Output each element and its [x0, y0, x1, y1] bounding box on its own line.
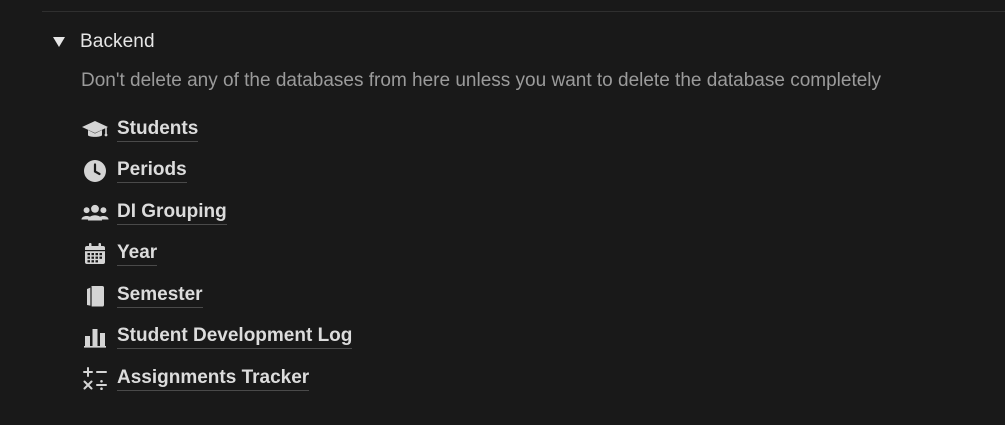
database-link-student-development-log[interactable]: Student Development Log [81, 317, 353, 359]
clock-icon [81, 157, 109, 185]
database-link-di-grouping[interactable]: DI Grouping [81, 192, 352, 234]
triangle-down-icon[interactable] [50, 33, 68, 51]
database-link-label[interactable]: Students [117, 118, 199, 142]
database-link-label[interactable]: Year [117, 242, 158, 267]
database-link-assignments-tracker[interactable]: Assignments Tracker [81, 358, 352, 400]
users-icon [81, 199, 109, 227]
divider [42, 11, 1005, 12]
database-link-label[interactable]: DI Grouping [117, 201, 227, 225]
database-link-label[interactable]: Assignments Tracker [117, 367, 310, 391]
database-link-students[interactable]: Students [81, 109, 352, 151]
toggle-title[interactable]: Backend [80, 31, 155, 53]
database-link-label[interactable]: Semester [117, 284, 203, 308]
math-operators-icon [81, 365, 109, 393]
database-link-label[interactable]: Periods [117, 159, 187, 184]
bar-chart-icon [81, 323, 109, 351]
warning-note: Don't delete any of the databases from h… [81, 70, 882, 91]
database-link-periods[interactable]: Periods [81, 151, 352, 193]
copy-icon [81, 282, 109, 310]
graduation-cap-icon [81, 116, 109, 144]
backend-toggle[interactable]: Backend [50, 28, 155, 56]
calendar-icon [81, 240, 109, 268]
database-link-label[interactable]: Student Development Log [117, 325, 353, 350]
database-link-semester[interactable]: Semester [81, 275, 352, 317]
page: Backend Don't delete any of the database… [0, 0, 1005, 425]
database-list: Students Periods DI Grouping Year Semest… [81, 109, 353, 400]
database-link-year[interactable]: Year [81, 234, 352, 276]
